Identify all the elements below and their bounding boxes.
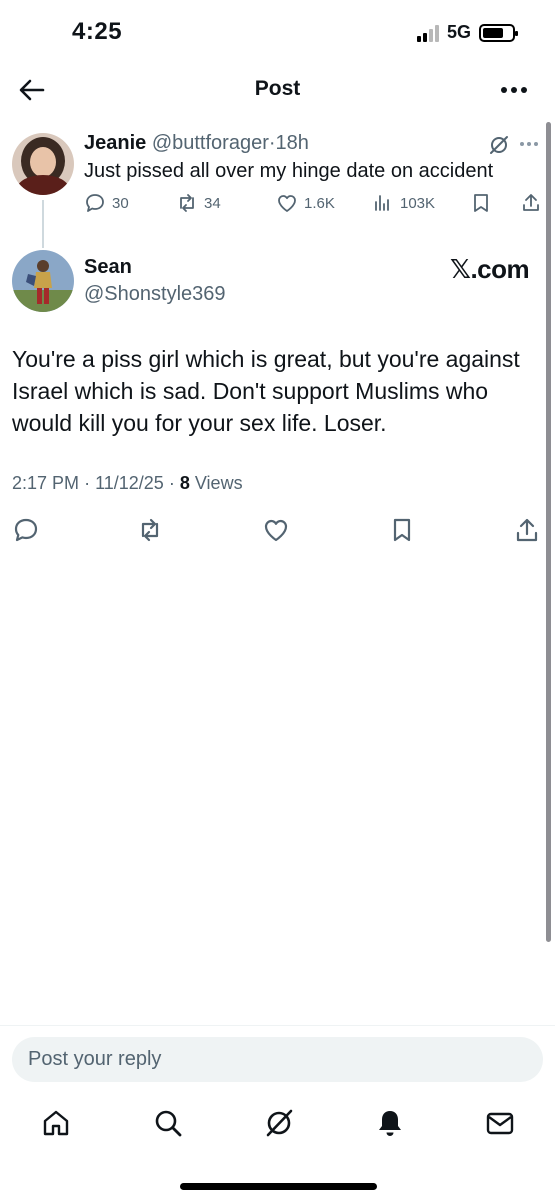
post-text: You're a piss girl which is great, but y… (12, 346, 520, 436)
grok-icon[interactable] (263, 1107, 295, 1139)
search-icon[interactable] (152, 1107, 184, 1139)
grok-icon[interactable] (488, 134, 510, 156)
page-title: Post (254, 77, 301, 100)
bookmark-icon[interactable] (388, 516, 416, 544)
notifications-icon[interactable] (374, 1107, 406, 1139)
post-text: Just pissed all over my hinge date on ac… (84, 160, 494, 182)
author-handle[interactable]: @Shonstyle369 (84, 283, 226, 306)
share-icon (523, 194, 539, 211)
author-name[interactable]: Jeanie (84, 132, 146, 154)
author-name[interactable]: Sean (84, 256, 132, 279)
post-date: 11/12/25 (95, 473, 164, 493)
messages-icon[interactable] (484, 1107, 516, 1139)
like-icon (278, 195, 296, 212)
post-more-icon[interactable] (520, 142, 538, 146)
home-indicator (180, 1183, 377, 1190)
views-icon (375, 195, 389, 211)
top-bar: Post (0, 66, 555, 114)
reply-input[interactable] (12, 1037, 543, 1082)
parent-author: Jeanie @buttforager·18h (84, 132, 309, 155)
more-icon[interactable] (501, 87, 527, 93)
network-label: 5G (446, 22, 471, 42)
bookmark-icon (474, 194, 488, 212)
avatar[interactable] (12, 133, 74, 195)
reply-icon[interactable] (12, 516, 40, 544)
bookmark-action[interactable] (470, 192, 492, 214)
like-count: 1.6K (304, 194, 335, 212)
repost-icon (180, 194, 194, 212)
reply-count: 30 (112, 194, 129, 212)
main-action-bar (0, 516, 555, 546)
battery-icon (479, 23, 518, 42)
divider (0, 1025, 555, 1026)
home-icon[interactable] (40, 1107, 72, 1139)
post-time: 2:17 PM (12, 473, 80, 493)
scrollbar[interactable] (546, 122, 551, 942)
avatar[interactable] (12, 250, 74, 312)
repost-count: 34 (204, 194, 221, 212)
status-indicators: 5G (416, 22, 518, 43)
repost-icon[interactable] (136, 516, 164, 544)
author-handle[interactable]: @buttforager (152, 132, 269, 154)
share-icon[interactable] (513, 516, 541, 544)
signal-icon (416, 24, 439, 42)
separator: · (168, 473, 175, 493)
parent-post[interactable]: Jeanie @buttforager·18h Just pissed all … (0, 130, 555, 248)
status-bar: 4:25 5G (0, 0, 555, 66)
repost-action[interactable]: 34 (176, 192, 221, 214)
separator: · (268, 132, 276, 154)
views-count: 103K (400, 194, 436, 212)
source-badge: 𝕏.com (450, 254, 530, 284)
parent-action-bar: 30 34 1.6K 103K (0, 192, 555, 222)
reply-icon (86, 194, 104, 212)
separator: · (84, 473, 91, 493)
view-count[interactable]: 8 (180, 473, 190, 493)
reply-action[interactable]: 30 (84, 192, 129, 214)
views-action[interactable]: 103K (372, 192, 435, 214)
post-meta: 2:17 PM · 11/12/25 · 8 Views (12, 473, 243, 494)
share-action[interactable] (520, 192, 542, 214)
post-age: 18h (275, 132, 309, 154)
like-action[interactable]: 1.6K (276, 192, 335, 214)
status-time: 4:25 (72, 18, 123, 45)
like-icon[interactable] (262, 516, 290, 544)
views-label: Views (194, 473, 243, 493)
